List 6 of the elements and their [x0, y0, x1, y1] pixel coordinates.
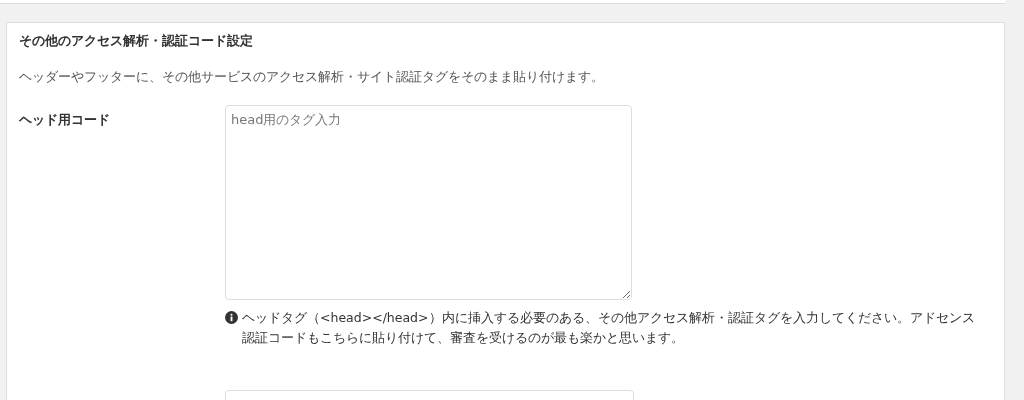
- info-icon: [225, 311, 238, 324]
- field-label: ヘッド用コード: [19, 111, 111, 129]
- code-input-field[interactable]: head用のタグ入力: [225, 105, 632, 300]
- section-description: ヘッダーやフッターに、その他サービスのアクセス解析・サイト認証タグをそのまま貼り付けます。: [19, 68, 605, 86]
- section-title: その他のアクセス解析・認証コード設定: [19, 32, 254, 50]
- help-text: ヘッドタグ（<head></head>）内に挿入する必要のある、その他アクセス解析・認証タグを入力してください。アドセンス認証コードもこちらに貼り付けて、審査を受けるのが最も楽かと思います。: [242, 309, 976, 347]
